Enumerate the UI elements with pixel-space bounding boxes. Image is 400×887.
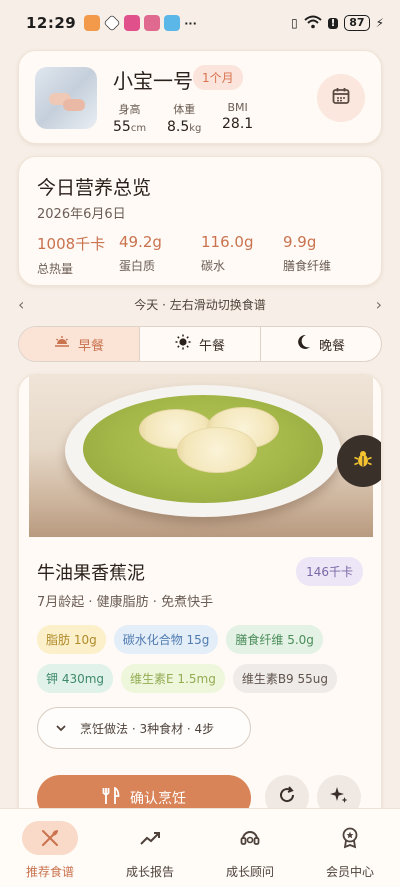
app-notification-icon (84, 15, 101, 31)
height-stat: 身高 55cm (113, 101, 146, 135)
nav-label: 会员中心 (325, 865, 374, 879)
bmi-stat: BMI 28.1 (222, 101, 253, 132)
nutrient-chip: 钾 430mg (37, 664, 114, 693)
avatar-photo-foot (63, 99, 85, 111)
bug-icon (353, 449, 373, 473)
nutrition-overview-card: 今日营养总览 2026年6月6日 1008千卡 总热量 49.2g 蛋白质 11… (18, 156, 382, 286)
stat-value-wrap: 8.5kg (167, 119, 201, 135)
chevron-left-icon[interactable]: ‹ (18, 295, 24, 314)
nav-item-member-center[interactable]: 会员中心 (300, 809, 400, 887)
avatar[interactable] (35, 67, 97, 129)
nutrition-value: 1008千卡 (37, 235, 106, 253)
vibrate-icon: ▯ (291, 16, 298, 30)
swipe-hint: 今天 · 左右滑动切换食谱 (134, 297, 266, 312)
stat-label: 身高 (118, 103, 141, 116)
baby-name: 小宝一号 (113, 69, 193, 93)
nutrition-label: 膳食纤维 (283, 259, 332, 273)
more-notifications-icon: ··· (184, 16, 197, 30)
tab-label: 早餐 (77, 338, 104, 354)
nav-item-recipes[interactable]: 推荐食谱 (0, 809, 100, 887)
nav-item-growth-report[interactable]: 成长报告 (100, 809, 200, 887)
stat-value-wrap: 55cm (113, 119, 146, 135)
charging-icon: ⚡ (375, 16, 384, 30)
stat-label: BMI (227, 101, 248, 114)
calendar-icon (332, 87, 350, 109)
wifi-icon (304, 15, 322, 32)
banana-slice (177, 427, 257, 473)
sunrise-icon (54, 335, 70, 353)
nutrition-label: 碳水 (201, 259, 226, 273)
meal-tabs: 早餐 午餐 晚餐 (18, 326, 382, 362)
stat-value: 28.1 (222, 116, 254, 132)
tab-dinner[interactable]: 晚餐 (261, 327, 381, 361)
nutrient-chip: 碳水化合物 15g (113, 625, 219, 654)
nutrient-chip: 脂肪 10g (37, 625, 106, 654)
sun-icon (175, 334, 191, 354)
dish-description: 7月龄起 · 健康脂肪 · 免煮快手 (37, 595, 214, 610)
nutrient-chips: 脂肪 10g 碳水化合物 15g 膳食纤维 5.0g 钾 430mg 维生素E … (37, 625, 367, 693)
stat-value: 8.5 (167, 119, 190, 135)
age-badge: 1个月 (193, 65, 243, 90)
sparkle-icon (329, 785, 349, 809)
nutrient-chip: 维生素B9 55ug (232, 664, 338, 693)
confirm-cooking-label: 确认烹饪 (130, 791, 186, 807)
utensils-icon (102, 786, 120, 809)
nutrition-value: 49.2g (119, 233, 162, 251)
app-notification-icon (124, 15, 141, 31)
nutrition-protein: 49.2g 蛋白质 (119, 233, 162, 274)
nutrition-date: 2026年6月6日 (37, 207, 126, 222)
bottom-navigation: 推荐食谱 成长报告 成长顾问 会员中心 (0, 808, 400, 887)
calendar-button[interactable] (317, 74, 365, 122)
nutrition-value: 9.9g (283, 233, 317, 251)
recipe-card: 牛油果香蕉泥 146千卡 7月龄起 · 健康脂肪 · 免煮快手 脂肪 10g 碳… (18, 374, 382, 824)
nutrition-total-calories: 1008千卡 总热量 (37, 233, 105, 277)
app-notification-icon (103, 14, 121, 32)
nutrition-label: 蛋白质 (119, 259, 156, 273)
nutrition-carbs: 116.0g 碳水 (201, 233, 253, 274)
nutrition-value: 116.0g (201, 233, 254, 251)
advisor-icon (222, 821, 278, 855)
nutrient-chip: 膳食纤维 5.0g (226, 625, 323, 654)
weight-stat: 体重 8.5kg (167, 101, 201, 135)
tab-lunch[interactable]: 午餐 (140, 327, 261, 361)
tab-label: 午餐 (198, 338, 225, 354)
stat-label: 体重 (173, 103, 196, 116)
status-bar: 12:29 ··· ▯ ! 87 ⚡ (0, 0, 400, 46)
alert-icon: ! (327, 17, 339, 29)
chevron-down-icon (56, 721, 66, 735)
app-notification-icon (164, 15, 181, 31)
app-notification-icon (144, 15, 161, 31)
chevron-right-icon[interactable]: › (376, 295, 382, 314)
baby-profile-card: 小宝一号 1个月 身高 55cm 体重 8.5kg BMI 28.1 (18, 50, 382, 144)
status-time: 12:29 (26, 14, 77, 32)
trend-icon (122, 821, 178, 855)
battery-icon: 87 (344, 15, 370, 31)
nav-item-growth-advisor[interactable]: 成长顾问 (200, 809, 300, 887)
utensils-icon (22, 821, 78, 855)
moon-icon (297, 334, 311, 354)
nav-label: 推荐食谱 (25, 865, 74, 879)
cooking-steps-label: 烹饪做法 · 3种食材 · 4步 (80, 721, 215, 736)
tab-label: 晚餐 (318, 338, 345, 354)
refresh-icon (277, 785, 297, 809)
nutrition-label: 总热量 (37, 262, 74, 276)
debug-button[interactable] (337, 435, 381, 487)
tab-breakfast[interactable]: 早餐 (19, 327, 140, 361)
member-badge-icon (322, 821, 378, 855)
status-indicators: ▯ ! 87 ⚡ (291, 15, 384, 32)
stat-value-wrap: 28.1 (222, 116, 253, 132)
nutrition-fiber: 9.9g 膳食纤维 (283, 233, 331, 274)
recipe-image (29, 375, 373, 537)
nav-label: 成长报告 (125, 865, 174, 879)
nutrient-chip: 维生素E 1.5mg (121, 664, 225, 693)
stat-value: 55 (113, 119, 131, 135)
calorie-badge: 146千卡 (296, 557, 363, 586)
stat-unit: cm (130, 123, 147, 134)
cooking-steps-toggle[interactable]: 烹饪做法 · 3种食材 · 4步 (37, 707, 251, 749)
nav-label: 成长顾问 (225, 865, 274, 879)
nutrition-title: 今日营养总览 (37, 177, 152, 199)
dish-name: 牛油果香蕉泥 (37, 563, 145, 584)
stat-unit: kg (189, 123, 202, 134)
day-switcher: ‹ 今天 · 左右滑动切换食谱 › (18, 293, 382, 315)
